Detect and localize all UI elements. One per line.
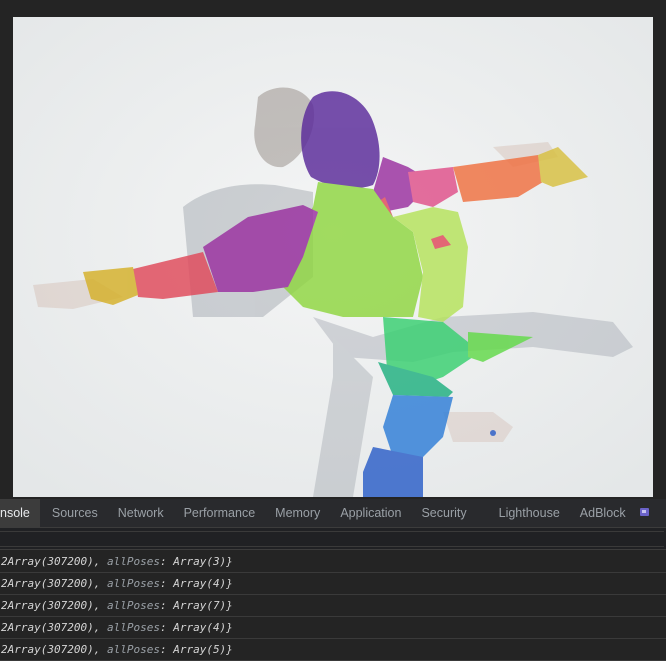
tab-memory[interactable]: Memory [265, 499, 330, 527]
devtools-tab-bar: nsole Sources Network Performance Memory… [0, 499, 666, 528]
extension-icon[interactable] [636, 499, 654, 527]
tab-security[interactable]: Security [411, 499, 488, 527]
console-message[interactable]: 2Array(307200), allPoses: Array(7)} [0, 595, 666, 617]
console-filter-bar [0, 528, 666, 550]
video-canvas [13, 17, 653, 497]
tab-application[interactable]: Application [330, 499, 411, 527]
tab-sources[interactable]: Sources [42, 499, 108, 527]
console-message[interactable]: 2Array(307200), allPoses: Array(4)} [0, 617, 666, 639]
console-message[interactable]: 2Array(307200), allPoses: Array(5)} [0, 639, 666, 661]
tab-adblock[interactable]: AdBlock [570, 499, 636, 527]
tab-console[interactable]: nsole [0, 499, 40, 527]
tab-lighthouse[interactable]: Lighthouse [489, 499, 570, 527]
tab-performance[interactable]: Performance [174, 499, 266, 527]
console-log: 2Array(307200), allPoses: Array(3)} 2Arr… [0, 551, 666, 661]
segment-foot-dot [490, 430, 496, 436]
console-filter-input[interactable] [0, 531, 664, 547]
segmentation-canvas [13, 17, 653, 497]
console-message[interactable]: 2Array(307200), allPoses: Array(4)} [0, 573, 666, 595]
tab-network[interactable]: Network [108, 499, 174, 527]
console-message[interactable]: 2Array(307200), allPoses: Array(3)} [0, 551, 666, 573]
